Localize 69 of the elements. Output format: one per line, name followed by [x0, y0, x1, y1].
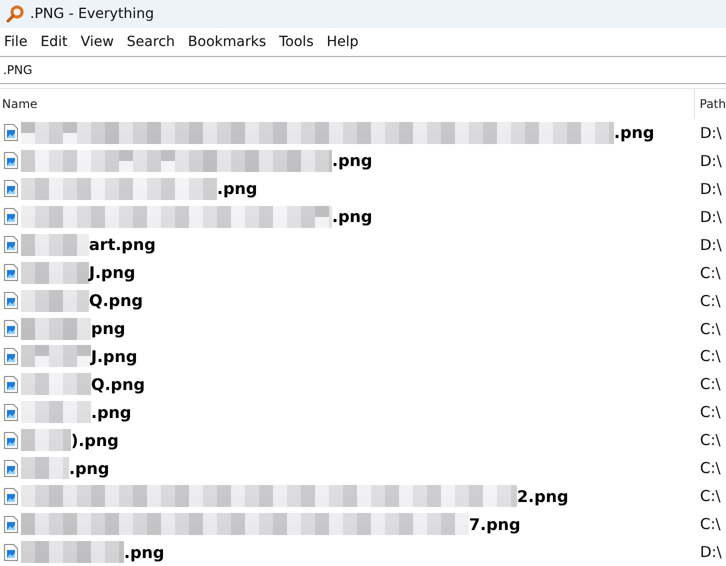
redaction-mosaic	[21, 429, 71, 452]
file-path: C:\	[699, 375, 721, 394]
file-path: C:\	[699, 347, 721, 366]
file-path: D:\	[699, 208, 722, 226]
file-name: .png	[124, 542, 164, 562]
image-file-icon	[4, 404, 18, 421]
file-name: .png	[217, 179, 258, 198]
image-file-icon	[4, 376, 18, 393]
file-name: J.png	[89, 263, 136, 282]
redaction-mosaic	[21, 234, 89, 256]
menu-item[interactable]: Help	[322, 34, 366, 50]
file-name: .png	[91, 402, 132, 422]
menu-item[interactable]: Tools	[275, 34, 321, 50]
image-file-icon	[4, 292, 18, 310]
file-path: C:\	[699, 487, 721, 506]
image-file-icon	[4, 180, 18, 198]
image-file-icon	[4, 152, 18, 170]
file-name: .png	[614, 123, 654, 142]
image-file-icon	[4, 124, 18, 142]
file-path: C:\	[699, 292, 721, 310]
redaction-mosaic	[21, 401, 91, 424]
image-file-icon	[4, 516, 18, 533]
magnifier-icon	[6, 4, 24, 23]
image-file-icon	[4, 320, 18, 337]
file-name: .png	[332, 151, 372, 170]
redaction-mosaic	[21, 345, 91, 368]
menu-item[interactable]: Edit	[36, 34, 75, 50]
menu-item[interactable]: View	[76, 34, 121, 50]
redaction-mosaic	[21, 290, 89, 312]
image-file-icon	[4, 432, 18, 449]
file-path: C:\	[699, 459, 721, 478]
column-header[interactable]: Path	[694, 88, 726, 119]
file-name: Q.png	[91, 374, 145, 394]
image-file-icon	[4, 264, 18, 282]
file-name: art.png	[89, 235, 156, 254]
redaction-mosaic	[21, 262, 89, 284]
file-path: C:\	[699, 431, 721, 450]
file-name: 2.png	[517, 486, 569, 506]
file-path: D:\	[699, 236, 722, 254]
menu-item[interactable]: File	[0, 34, 34, 50]
image-file-icon	[4, 236, 18, 254]
image-file-icon	[4, 460, 18, 477]
redaction-mosaic	[21, 457, 69, 480]
menu-item[interactable]: Search	[122, 34, 182, 50]
file-path: C:\	[699, 320, 721, 338]
search-field[interactable]: .PNG	[0, 56, 726, 84]
file-name: ).png	[71, 430, 119, 450]
image-file-icon	[4, 488, 18, 505]
file-path: D:\	[699, 543, 722, 562]
file-path: D:\	[699, 180, 722, 198]
window-title: .PNG - Everything	[30, 6, 154, 22]
file-name: png	[91, 319, 126, 338]
file-name: .png	[332, 207, 372, 226]
image-file-icon	[4, 544, 18, 561]
file-name: 7.png	[469, 514, 521, 534]
file-name: J.png	[91, 346, 138, 366]
file-path: C:\	[699, 515, 721, 534]
menu-item[interactable]: Bookmarks	[184, 34, 274, 50]
column-header[interactable]: Name	[0, 96, 694, 111]
redaction-mosaic	[21, 373, 91, 396]
file-name: .png	[69, 458, 110, 478]
image-file-icon	[4, 348, 18, 365]
redaction-mosaic	[21, 318, 91, 340]
file-path: D:\	[699, 124, 722, 142]
file-path: C:\	[699, 264, 721, 282]
image-file-icon	[4, 208, 18, 226]
file-path: D:\	[699, 152, 722, 170]
file-name: Q.png	[89, 291, 143, 310]
file-path: C:\	[699, 403, 721, 422]
